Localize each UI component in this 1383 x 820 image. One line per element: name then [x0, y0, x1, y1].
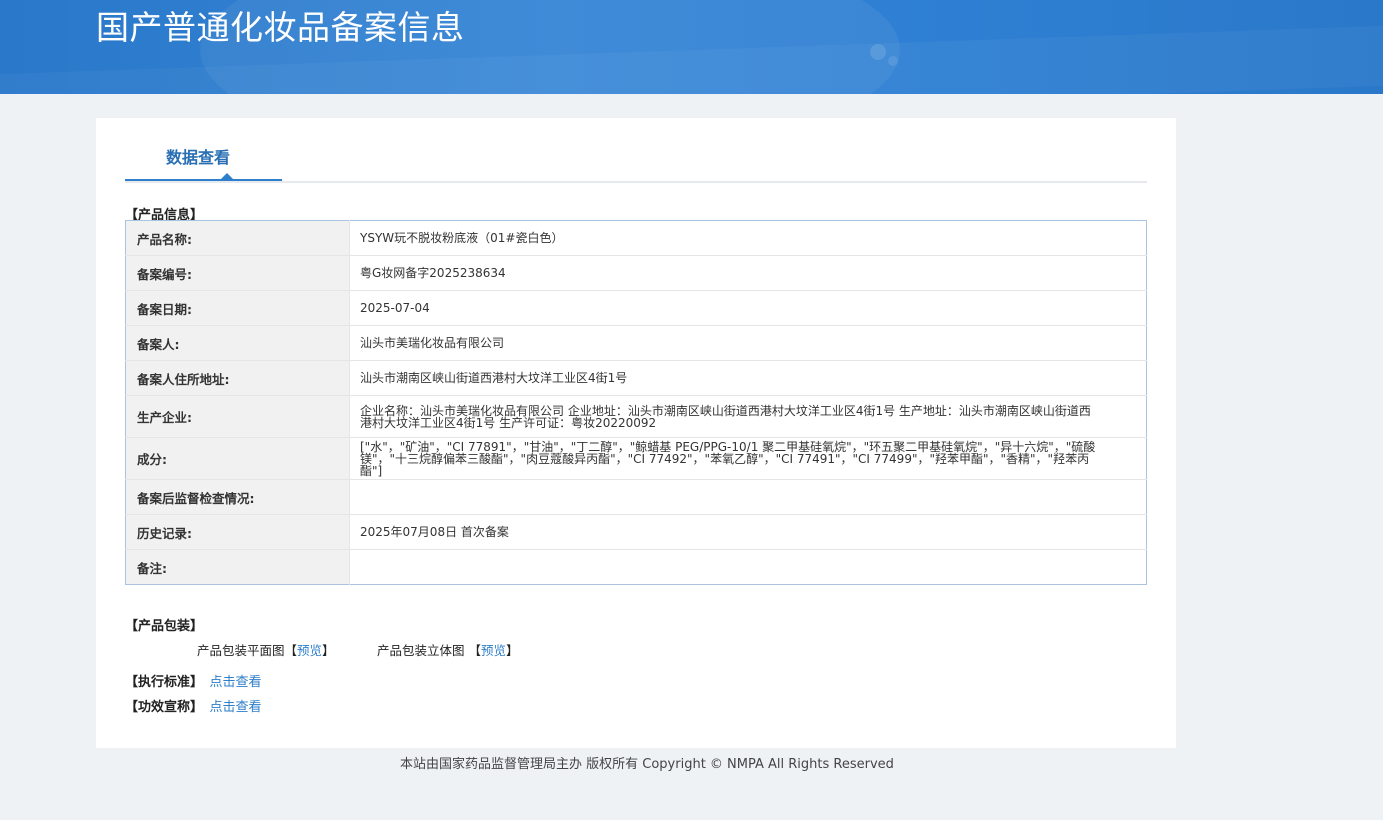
table-row: 备案后监督检查情况:: [125, 479, 1147, 515]
row-value: 企业名称：汕头市美瑞化妆品有限公司 企业地址：汕头市潮南区峡山街道西港村大坟洋工…: [349, 395, 1147, 438]
tab-indicator-arrow: [221, 173, 233, 179]
row-key: 生产企业:: [125, 395, 350, 438]
packaging-stereo-item: 产品包装立体图 【预览】: [377, 640, 519, 659]
packaging-flat-item: 产品包装平面图【预览】: [197, 640, 335, 659]
standard-label: 【执行标准】: [125, 675, 204, 690]
content-panel: 数据查看 【产品信息】 产品名称: YSYW玩不脱妆粉底液（01#瓷白色） 备案…: [96, 118, 1176, 748]
row-value: 粤G妆网备字2025238634: [349, 255, 1147, 291]
row-value: [349, 479, 1147, 515]
row-key: 备案人:: [125, 325, 350, 361]
header-decoration: [870, 44, 886, 60]
packaging-section-label: 【产品包装】: [125, 619, 204, 634]
table-row: 产品名称: YSYW玩不脱妆粉底液（01#瓷白色）: [125, 220, 1147, 256]
row-key: 备案日期:: [125, 290, 350, 326]
row-key: 备案人住所地址:: [125, 360, 350, 396]
site-header: 国产普通化妆品备案信息: [0, 0, 1383, 94]
efficacy-view-link[interactable]: 点击查看: [210, 700, 262, 715]
standard-row: 【执行标准】 点击查看: [125, 671, 262, 690]
table-row: 备案人住所地址: 汕头市潮南区峡山街道西港村大坟洋工业区4街1号: [125, 360, 1147, 396]
header-decoration: [888, 56, 898, 66]
preview-flat-link[interactable]: 预览: [297, 643, 322, 658]
preview-stereo-link[interactable]: 预览: [481, 643, 506, 658]
page-title: 国产普通化妆品备案信息: [96, 8, 465, 47]
row-value: 汕头市美瑞化妆品有限公司: [349, 325, 1147, 361]
table-row: 成分: ["水"，"矿油"，"CI 77891"，"甘油"，"丁二醇"，"鲸蜡基…: [125, 437, 1147, 480]
table-row: 备注:: [125, 549, 1147, 585]
tab-bar: 数据查看: [125, 118, 1147, 183]
row-key: 备案编号:: [125, 255, 350, 291]
table-row: 备案编号: 粤G妆网备字2025238634: [125, 255, 1147, 291]
packaging-stereo-label: 产品包装立体图: [377, 643, 465, 658]
row-value: 2025年07月08日 首次备案: [349, 514, 1147, 550]
bracket-close: 】: [322, 643, 335, 658]
efficacy-label: 【功效宣称】: [125, 700, 204, 715]
bracket-close: 】: [506, 643, 519, 658]
row-value: 汕头市潮南区峡山街道西港村大坟洋工业区4街1号: [349, 360, 1147, 396]
standard-view-link[interactable]: 点击查看: [210, 675, 262, 690]
row-key: 产品名称:: [125, 220, 350, 256]
row-key: 备注:: [125, 549, 350, 585]
table-row: 生产企业: 企业名称：汕头市美瑞化妆品有限公司 企业地址：汕头市潮南区峡山街道西…: [125, 395, 1147, 438]
table-row: 备案日期: 2025-07-04: [125, 290, 1147, 326]
tab-label: 数据查看: [166, 148, 231, 167]
tab-data-view[interactable]: 数据查看: [125, 118, 282, 181]
packaging-flat-label: 产品包装平面图: [197, 643, 285, 658]
bracket-open: 【: [284, 643, 298, 658]
row-value: 2025-07-04: [349, 290, 1147, 326]
row-value: [350, 550, 1147, 585]
row-key: 备案后监督检查情况:: [125, 479, 350, 515]
product-info-table: 产品名称: YSYW玩不脱妆粉底液（01#瓷白色） 备案编号: 粤G妆网备字20…: [125, 220, 1147, 585]
row-value: ["水"，"矿油"，"CI 77891"，"甘油"，"丁二醇"，"鲸蜡基 PEG…: [349, 437, 1147, 480]
row-key: 历史记录:: [125, 514, 350, 550]
row-value: YSYW玩不脱妆粉底液（01#瓷白色）: [349, 220, 1147, 256]
table-row: 备案人: 汕头市美瑞化妆品有限公司: [125, 325, 1147, 361]
table-row: 历史记录: 2025年07月08日 首次备案: [125, 514, 1147, 550]
efficacy-row: 【功效宣称】 点击查看: [125, 696, 262, 715]
bracket-open: 【: [468, 643, 482, 658]
footer-copyright: 本站由国家药品监督管理局主办 版权所有 Copyright © NMPA All…: [400, 757, 894, 772]
row-key: 成分:: [125, 437, 350, 480]
